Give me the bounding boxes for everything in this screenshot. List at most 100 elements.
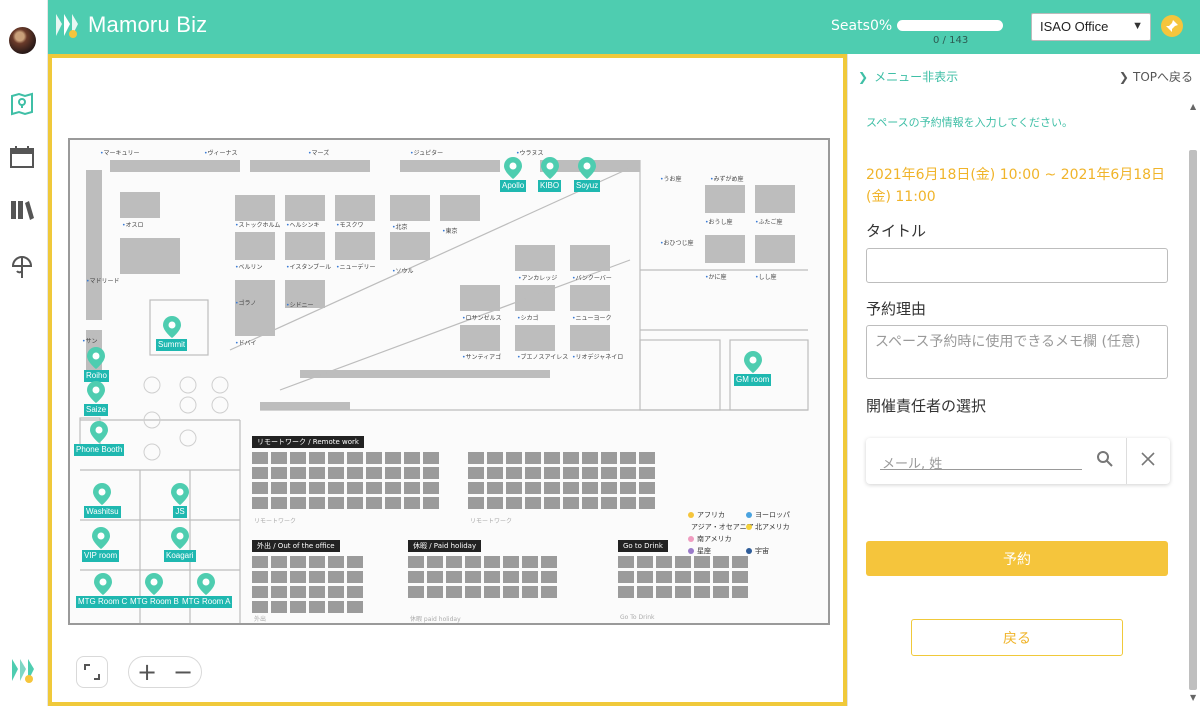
room-pin-js[interactable]: JS	[170, 482, 190, 518]
room-label: ドバイ	[235, 338, 257, 347]
brand[interactable]: Mamoru Biz	[54, 10, 207, 40]
room-label: サン	[82, 336, 98, 345]
room-label: ストックホルム	[235, 220, 281, 229]
map-pin-icon	[170, 527, 189, 549]
zone-paid-holiday[interactable]: 休暇 / Paid holiday 休暇 paid holiday	[408, 540, 578, 624]
panel-scrollbar[interactable]: ▲ ▼	[1188, 100, 1198, 704]
calendar-icon[interactable]	[8, 143, 36, 171]
room-label: ベルリン	[235, 262, 263, 271]
zone-seat-grid[interactable]	[252, 556, 363, 613]
zoom-out-button[interactable]: −	[165, 657, 201, 687]
zone-seat-grid[interactable]	[618, 556, 748, 598]
clear-icon[interactable]	[1138, 449, 1158, 469]
room-pin-mtg-c[interactable]: MTG Room C	[76, 572, 130, 608]
room-pin-label: Apollo	[500, 180, 527, 192]
map-pin-icon	[87, 381, 105, 403]
room-label: ニューデリー	[336, 262, 376, 271]
back-button[interactable]: 戻る	[911, 619, 1123, 656]
zone-remote-work-2[interactable]: リモートワーク	[468, 436, 668, 526]
room-label: ブエノスアイレス	[517, 352, 569, 361]
zoom-in-button[interactable]: +	[129, 657, 165, 687]
room-pin-kibo[interactable]: KIBO	[538, 156, 562, 192]
zone-out-of-office[interactable]: 外出 / Out of the office 外出	[252, 540, 382, 624]
zone-seat-grid[interactable]	[252, 452, 439, 509]
room-label: うお座	[660, 174, 682, 183]
room-label: バンクーバー	[572, 273, 612, 282]
room-label: しし座	[755, 272, 777, 281]
map-pin-icon	[93, 483, 112, 505]
room-label: シカゴ	[517, 313, 539, 322]
area-label: ヴィーナス	[204, 148, 238, 157]
seats-label: Seats	[831, 18, 870, 34]
zone-title: 外出 / Out of the office	[252, 540, 340, 552]
room-pin-label: Koagari	[164, 550, 196, 562]
seats-progress-bar	[897, 20, 1003, 31]
room-pin-label: Summit	[156, 339, 188, 351]
room-pin-washitsu[interactable]: Washitsu	[84, 482, 121, 518]
area-label: マーズ	[308, 148, 330, 157]
area-label: マーキュリー	[100, 148, 140, 157]
room-label: おひつじ座	[660, 238, 694, 247]
bottom-logo-icon	[10, 655, 36, 685]
room-pin-label: Saize	[84, 404, 109, 416]
title-input[interactable]	[866, 248, 1168, 283]
map-pin-icon	[87, 347, 106, 369]
room-pin-apollo[interactable]: Apollo	[500, 156, 527, 192]
room-label: ヘルシンキ	[286, 220, 320, 229]
books-icon[interactable]	[8, 196, 36, 224]
room-pin-label: MTG Room A	[180, 596, 233, 608]
room-pin-label: GM room	[734, 374, 772, 386]
room-pin-roiho[interactable]: Roiho	[84, 346, 109, 382]
room-pin-phonebooth[interactable]: Phone Booth	[74, 420, 125, 456]
zoom-controls: + −	[128, 656, 202, 688]
floor-plan[interactable]: マーキュリー ヴィーナス マーズ ジュピター ウラヌス オスロ ストックホルム …	[68, 138, 830, 625]
zone-footer: リモートワーク	[254, 518, 297, 525]
hide-menu-label: メニュー非表示	[874, 70, 959, 84]
room-pin-gmroom[interactable]: GM room	[734, 350, 772, 386]
avatar[interactable]	[9, 27, 36, 54]
room-label: リオデジャネイロ	[572, 352, 624, 361]
room-pin-label: JS	[173, 506, 187, 518]
room-label: ふたご座	[755, 217, 783, 226]
region-legend: アフリカ ヨーロッパ アジア・オセアニア 北アメリカ 南アメリカ 星座 宇宙	[688, 510, 810, 556]
chevron-down-icon: ▼	[1132, 20, 1143, 32]
map-nav-icon[interactable]	[8, 90, 36, 118]
search-icon[interactable]	[1096, 450, 1114, 468]
back-to-top-link[interactable]: ❯ TOPへ戻る	[1119, 68, 1193, 85]
scroll-down-icon[interactable]: ▼	[1190, 693, 1196, 702]
reason-textarea[interactable]: スペース予約時に使用できるメモ欄 (任意)	[866, 325, 1168, 379]
zone-seat-grid[interactable]	[468, 452, 655, 509]
room-pin-summit[interactable]: Summit	[156, 315, 188, 351]
room-pin-viproom[interactable]: VIP room	[82, 526, 120, 562]
room-pin-label: MTG Room B	[128, 596, 181, 608]
fullscreen-button[interactable]	[76, 656, 108, 688]
hide-menu-link[interactable]: ❯ メニュー非表示	[858, 68, 958, 85]
room-pin-koagari[interactable]: Koagari	[164, 526, 196, 562]
room-pin-saize[interactable]: Saize	[84, 380, 109, 416]
organizer-search[interactable]: メール, 姓	[866, 438, 1170, 484]
zone-footer: 休暇 paid holiday	[410, 616, 461, 623]
room-pin-label: Soyuz	[574, 180, 601, 192]
pin-button[interactable]	[1161, 15, 1183, 37]
zone-seat-grid[interactable]	[408, 556, 557, 598]
zone-remote-work[interactable]: リモートワーク / Remote work リモートワーク	[252, 436, 452, 526]
room-pin-mtg-b[interactable]: MTG Room B	[128, 572, 181, 608]
room-label: かに座	[705, 272, 727, 281]
room-pin-soyuz[interactable]: Soyuz	[574, 156, 601, 192]
scroll-up-icon[interactable]: ▲	[1190, 102, 1196, 111]
seats-percent: 0%	[870, 18, 893, 34]
input-underline	[880, 469, 1082, 470]
left-rail	[0, 0, 48, 706]
floor-map-frame[interactable]: マーキュリー ヴィーナス マーズ ジュピター ウラヌス オスロ ストックホルム …	[48, 54, 847, 706]
scrollbar-thumb[interactable]	[1189, 150, 1197, 690]
room-label: ロサンゼルス	[462, 313, 502, 322]
legend-item: アジア・オセアニア	[691, 523, 754, 531]
room-pin-label: VIP room	[82, 550, 120, 562]
room-pin-mtg-a[interactable]: MTG Room A	[180, 572, 233, 608]
legend-item	[746, 534, 810, 544]
map-pin-icon	[93, 573, 112, 595]
reason-label: 予約理由	[866, 300, 927, 318]
signpost-icon[interactable]	[8, 253, 36, 281]
reserve-button[interactable]: 予約	[866, 541, 1168, 576]
office-select[interactable]: ISAO Office ▼	[1031, 13, 1151, 41]
